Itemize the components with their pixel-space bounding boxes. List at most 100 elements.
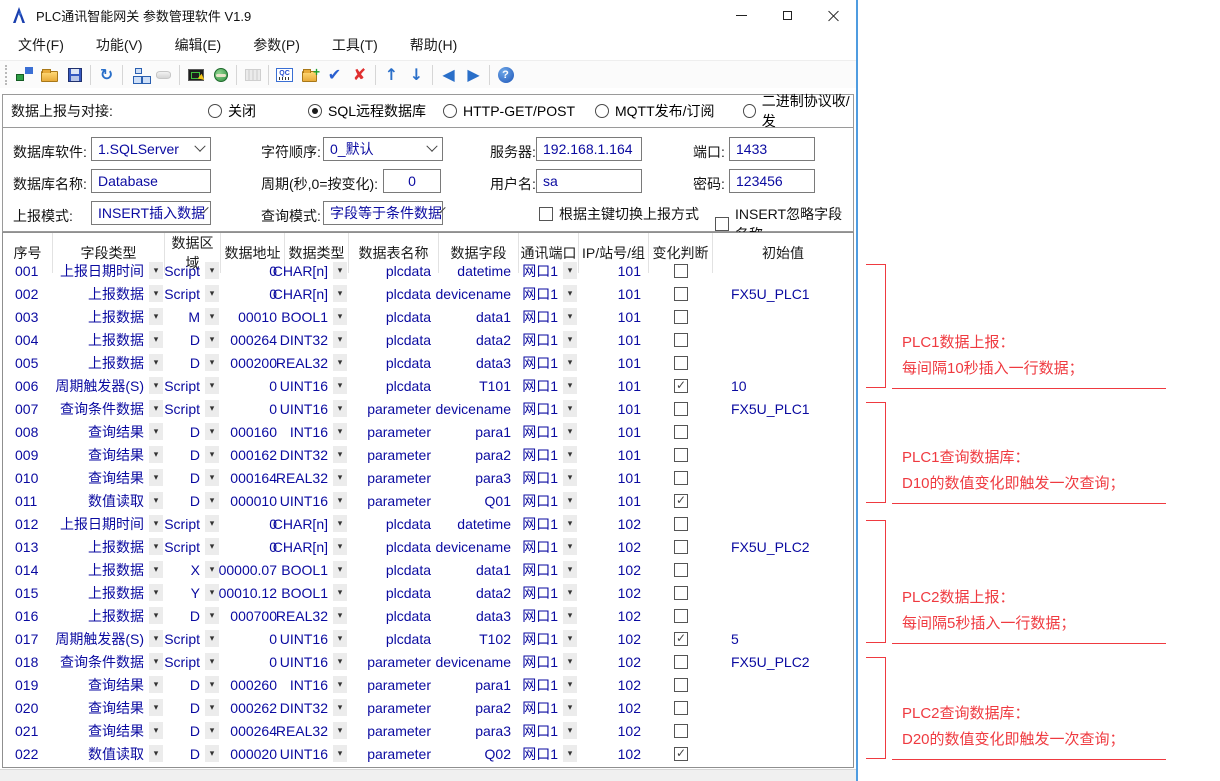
toolbar-help-button[interactable]: ? bbox=[493, 63, 518, 87]
toolbar-save-file-button[interactable] bbox=[62, 63, 87, 87]
table-row[interactable]: 010查询结果D000164REAL32parameterpara3网口1101 bbox=[3, 466, 853, 489]
table-row[interactable]: 007查询条件数据Script0UINT16parameterdevicenam… bbox=[3, 397, 853, 420]
close-icon[interactable] bbox=[810, 0, 856, 30]
primary-key-switch-checkbox[interactable]: 根据主键切换上报方式 bbox=[539, 204, 699, 224]
menu-item-5[interactable]: 帮助(H) bbox=[398, 31, 469, 59]
change-detect-checkbox[interactable] bbox=[674, 678, 688, 692]
table-row[interactable]: 009查询结果D000162DINT32parameterpara2网口1101 bbox=[3, 443, 853, 466]
dropdown-button[interactable] bbox=[205, 446, 219, 463]
dropdown-button[interactable] bbox=[149, 262, 163, 279]
table-row[interactable]: 022数值读取D000020UINT16parameterQ02网口1102 bbox=[3, 742, 853, 765]
dropdown-button[interactable] bbox=[563, 676, 577, 693]
dropdown-button[interactable] bbox=[563, 699, 577, 716]
dropdown-button[interactable] bbox=[205, 607, 219, 624]
toolbar-qc-monitor-button[interactable]: QC bbox=[272, 63, 297, 87]
table-row[interactable]: 003上报数据M00010BOOL1plcdatadata1网口1101 bbox=[3, 305, 853, 328]
change-detect-checkbox[interactable] bbox=[674, 402, 688, 416]
dropdown-button[interactable] bbox=[333, 469, 347, 486]
change-detect-checkbox[interactable] bbox=[674, 287, 688, 301]
dropdown-button[interactable] bbox=[333, 515, 347, 532]
radio-4[interactable]: 二进制协议收/发 bbox=[743, 91, 853, 131]
dropdown-button[interactable] bbox=[333, 653, 347, 670]
change-detect-checkbox[interactable] bbox=[674, 540, 688, 554]
dropdown-button[interactable] bbox=[149, 285, 163, 302]
toolbar-open-file-button[interactable] bbox=[37, 63, 62, 87]
radio-3[interactable]: MQTT发布/订阅 bbox=[595, 101, 715, 121]
dropdown-button[interactable] bbox=[563, 400, 577, 417]
change-detect-checkbox[interactable] bbox=[674, 632, 688, 646]
menu-item-4[interactable]: 工具(T) bbox=[320, 31, 390, 59]
dropdown-button[interactable] bbox=[563, 607, 577, 624]
dropdown-button[interactable] bbox=[333, 630, 347, 647]
dropdown-button[interactable] bbox=[563, 561, 577, 578]
dropdown-button[interactable] bbox=[205, 262, 219, 279]
dropdown-button[interactable] bbox=[149, 354, 163, 371]
table-row[interactable]: 002上报数据Script0CHAR[n]plcdatadevicename网口… bbox=[3, 282, 853, 305]
table-row[interactable]: 018查询条件数据Script0UINT16parameterdevicenam… bbox=[3, 650, 853, 673]
dropdown-button[interactable] bbox=[149, 492, 163, 509]
dropdown-button[interactable] bbox=[149, 469, 163, 486]
table-row[interactable]: 006周期触发器(S)Script0UINT16plcdataT101网口110… bbox=[3, 374, 853, 397]
radio-1-selected[interactable]: SQL远程数据库 bbox=[308, 101, 426, 121]
query-mode-select[interactable]: 字段等于条件数据 bbox=[323, 201, 443, 225]
table-row[interactable]: 021查询结果D000264REAL32parameterpara3网口1102 bbox=[3, 719, 853, 742]
table-row[interactable]: 008查询结果D000160INT16parameterpara1网口1101 bbox=[3, 420, 853, 443]
dropdown-button[interactable] bbox=[149, 423, 163, 440]
dropdown-button[interactable] bbox=[205, 423, 219, 440]
dropdown-button[interactable] bbox=[205, 722, 219, 739]
dropdown-button[interactable] bbox=[333, 446, 347, 463]
change-detect-checkbox[interactable] bbox=[674, 425, 688, 439]
radio-2[interactable]: HTTP-GET/POST bbox=[443, 103, 575, 119]
dropdown-button[interactable] bbox=[205, 538, 219, 555]
dropdown-button[interactable] bbox=[333, 538, 347, 555]
dropdown-button[interactable] bbox=[149, 538, 163, 555]
dropdown-button[interactable] bbox=[333, 354, 347, 371]
dropdown-button[interactable] bbox=[149, 584, 163, 601]
dropdown-button[interactable] bbox=[563, 745, 577, 762]
db-software-select[interactable]: 1.SQLServer bbox=[91, 137, 211, 161]
toolbar-screen-edit-button[interactable] bbox=[183, 63, 208, 87]
menu-item-3[interactable]: 参数(P) bbox=[241, 31, 312, 59]
dropdown-button[interactable] bbox=[205, 354, 219, 371]
change-detect-checkbox[interactable] bbox=[674, 310, 688, 324]
dropdown-button[interactable] bbox=[563, 722, 577, 739]
menu-item-1[interactable]: 功能(V) bbox=[84, 31, 155, 59]
change-detect-checkbox[interactable] bbox=[674, 655, 688, 669]
dropdown-button[interactable] bbox=[149, 699, 163, 716]
dropdown-button[interactable] bbox=[149, 676, 163, 693]
menu-item-2[interactable]: 编辑(E) bbox=[163, 31, 234, 59]
dropdown-button[interactable] bbox=[205, 285, 219, 302]
dropdown-button[interactable] bbox=[149, 377, 163, 394]
dropdown-button[interactable] bbox=[149, 331, 163, 348]
dropdown-button[interactable] bbox=[149, 515, 163, 532]
dropdown-button[interactable] bbox=[563, 515, 577, 532]
table-row[interactable]: 014上报数据X00000.07BOOL1plcdatadata1网口1102 bbox=[3, 558, 853, 581]
dropdown-button[interactable] bbox=[149, 446, 163, 463]
table-row[interactable]: 013上报数据Script0CHAR[n]plcdatadevicename网口… bbox=[3, 535, 853, 558]
dropdown-button[interactable] bbox=[333, 492, 347, 509]
dropdown-button[interactable] bbox=[563, 308, 577, 325]
table-row[interactable]: 019查询结果D000260INT16parameterpara1网口1102 bbox=[3, 673, 853, 696]
radio-0[interactable]: 关闭 bbox=[208, 101, 256, 121]
table-row[interactable]: 020查询结果D000262DINT32parameterpara2网口1102 bbox=[3, 696, 853, 719]
dropdown-button[interactable] bbox=[563, 262, 577, 279]
dropdown-button[interactable] bbox=[333, 676, 347, 693]
server-input[interactable] bbox=[536, 137, 642, 161]
change-detect-checkbox[interactable] bbox=[674, 494, 688, 508]
toolbar-folder-new-button[interactable] bbox=[297, 63, 322, 87]
dropdown-button[interactable] bbox=[205, 584, 219, 601]
dropdown-button[interactable] bbox=[333, 377, 347, 394]
report-mode-select[interactable]: INSERT插入数据 bbox=[91, 201, 211, 225]
dropdown-button[interactable] bbox=[563, 423, 577, 440]
table-row[interactable]: 015上报数据Y00010.12BOOL1plcdatadata2网口1102 bbox=[3, 581, 853, 604]
dropdown-button[interactable] bbox=[205, 676, 219, 693]
port-input[interactable] bbox=[729, 137, 815, 161]
dropdown-button[interactable] bbox=[205, 699, 219, 716]
menu-item-0[interactable]: 文件(F) bbox=[6, 31, 76, 59]
dropdown-button[interactable] bbox=[333, 308, 347, 325]
dropdown-button[interactable] bbox=[333, 561, 347, 578]
dropdown-button[interactable] bbox=[149, 561, 163, 578]
toolbar-network-globe-button[interactable] bbox=[208, 63, 233, 87]
dropdown-button[interactable] bbox=[563, 584, 577, 601]
period-input[interactable] bbox=[383, 169, 441, 193]
